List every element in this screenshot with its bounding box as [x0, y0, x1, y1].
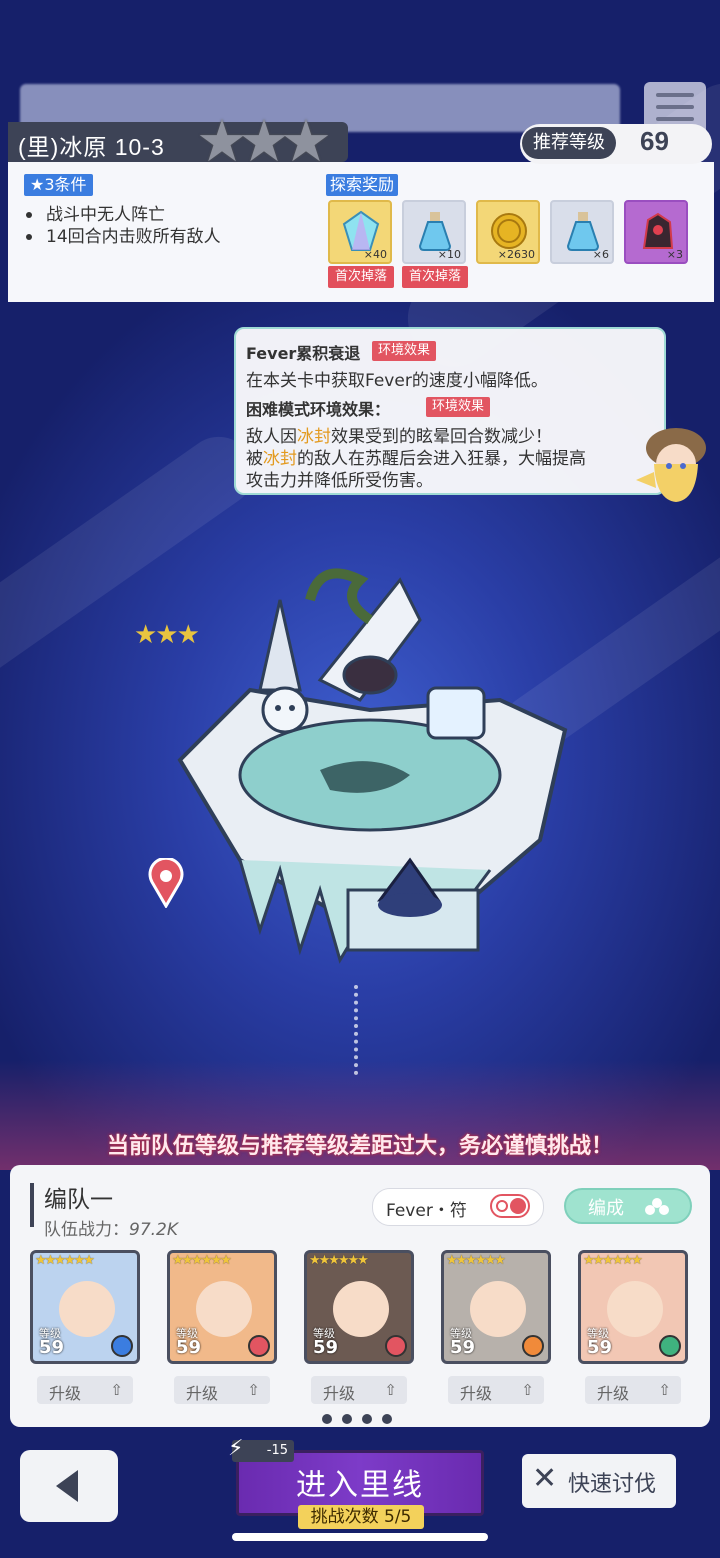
- back-button[interactable]: [20, 1450, 118, 1522]
- team-member: ★★★★★★ 等级 59 升级 ⇧: [167, 1250, 277, 1404]
- env-effect-tag: 环境效果: [372, 341, 437, 361]
- fever-label: Fever・符: [386, 1201, 467, 1221]
- reward-count: ×2630: [497, 248, 535, 261]
- reward-count: ×6: [592, 248, 609, 261]
- reward-list: ×40 ×10 ×2630 ×6 ×3: [328, 200, 688, 264]
- team-member: ★★★★★★ 等级 59 升级 ⇧: [30, 1250, 140, 1404]
- level-value: 59: [39, 1337, 65, 1358]
- enter-stage-label: 进入里线: [296, 1468, 424, 1503]
- upgrade-button[interactable]: 升级 ⇧: [37, 1376, 133, 1404]
- condition-item: 14回合内击败所有敌人: [26, 222, 221, 247]
- element-icon: [659, 1335, 681, 1357]
- stage-title: (里)冰原 10-3: [18, 134, 165, 160]
- upgrade-button[interactable]: 升级 ⇧: [585, 1376, 681, 1404]
- recommended-level-label: 推荐等级: [522, 127, 616, 159]
- rarity-stars: ★★★★★★: [172, 1253, 232, 1268]
- level-value: 59: [313, 1337, 339, 1358]
- team-member: ★★★★★★ 等级 59 升级 ⇧: [441, 1250, 551, 1404]
- formation-button-label: 编成: [588, 1198, 624, 1219]
- arrow-up-icon: ⇧: [521, 1381, 534, 1399]
- fever-decay-desc: 在本关卡中获取Fever的速度小幅降低。: [246, 371, 548, 391]
- member-portrait[interactable]: ★★★★★★ 等级 59: [167, 1250, 277, 1364]
- dark-material-icon: [642, 212, 674, 249]
- recommended-level-value: 69: [640, 126, 669, 156]
- upgrade-label: 升级: [597, 1384, 630, 1403]
- map-path: [354, 985, 368, 1075]
- blue-potion-icon: [566, 212, 600, 251]
- reward-item[interactable]: ×3: [624, 200, 688, 264]
- rarity-stars: ★★★★★★: [446, 1253, 506, 1268]
- reward-count: ×3: [666, 248, 683, 261]
- first-drop-tag: 首次掉落: [328, 266, 394, 288]
- env-effect-tag: 环境效果: [426, 397, 491, 417]
- arrow-up-icon: ⇧: [384, 1381, 397, 1399]
- team-page-indicator[interactable]: [322, 1414, 392, 1424]
- reward-item[interactable]: ×10: [402, 200, 466, 264]
- reward-count: ×10: [437, 248, 461, 261]
- upgrade-label: 升级: [49, 1384, 82, 1403]
- level-value: 59: [176, 1337, 202, 1358]
- reward-item[interactable]: ×2630: [476, 200, 540, 264]
- upgrade-label: 升级: [186, 1384, 219, 1403]
- fever-decay-title: Fever累积衰退: [246, 344, 361, 363]
- team-member: ★★★★★★ 等级 59 升级 ⇧: [304, 1250, 414, 1404]
- upgrade-button[interactable]: 升级 ⇧: [174, 1376, 270, 1404]
- star-icon: ★: [280, 107, 332, 175]
- arrow-up-icon: ⇧: [110, 1381, 123, 1399]
- element-icon: [248, 1335, 270, 1357]
- level-warning: 当前队伍等级与推荐等级差距过大，务必谨慎挑战！: [106, 1134, 613, 1159]
- level-value: 59: [587, 1337, 613, 1358]
- crossed-swords-icon: ✕: [532, 1461, 558, 1496]
- upgrade-button[interactable]: 升级 ⇧: [311, 1376, 407, 1404]
- hard-mode-title: 困难模式环境效果：: [246, 400, 391, 419]
- home-indicator[interactable]: [232, 1533, 488, 1541]
- team-accent-bar: [30, 1183, 34, 1227]
- rarity-stars: ★★★★★★: [583, 1253, 643, 1268]
- avatar: [196, 1281, 252, 1337]
- location-pin-icon[interactable]: [144, 858, 188, 908]
- team-name: 编队一: [44, 1187, 113, 1213]
- member-portrait[interactable]: ★★★★★★ 等级 59: [578, 1250, 688, 1364]
- toggle-switch-icon[interactable]: [490, 1194, 530, 1218]
- team-members: ★★★★★★ 等级 59 升级 ⇧ ★★★★★★ 等级 59 升级 ⇧ ★★★★★★…: [30, 1250, 688, 1404]
- avatar: [470, 1281, 526, 1337]
- stage-island[interactable]: [170, 560, 570, 980]
- element-icon: [385, 1335, 407, 1357]
- member-portrait[interactable]: ★★★★★★ 等级 59: [441, 1250, 551, 1364]
- attempts-counter: 挑战次数 5/5: [298, 1505, 424, 1529]
- explore-rewards-label: 探索奖励: [326, 174, 399, 196]
- avatar: [607, 1281, 663, 1337]
- crystal-gem-icon: [342, 210, 380, 251]
- team-power: 队伍战力：97.2K: [44, 1220, 178, 1240]
- stage-stars: ★ ★ ★: [196, 112, 332, 170]
- gold-coin-icon: [491, 213, 527, 249]
- rarity-stars: ★★★★★★: [35, 1253, 95, 1268]
- level-value: 59: [450, 1337, 476, 1358]
- guide-character-icon[interactable]: [636, 420, 710, 506]
- element-icon: [111, 1335, 133, 1357]
- arrow-up-icon: ⇧: [658, 1381, 671, 1399]
- lightning-icon: ⚡: [228, 1436, 244, 1461]
- first-drop-tag: 首次掉落: [402, 266, 468, 288]
- avatar: [59, 1281, 115, 1337]
- condition-badge: ★3条件: [24, 174, 93, 196]
- member-portrait[interactable]: ★★★★★★ 等级 59: [30, 1250, 140, 1364]
- element-icon: [522, 1335, 544, 1357]
- team-member: ★★★★★★ 等级 59 升级 ⇧: [578, 1250, 688, 1404]
- formation-icon: [645, 1198, 669, 1215]
- member-portrait[interactable]: ★★★★★★ 等级 59: [304, 1250, 414, 1364]
- rarity-stars: ★★★★★★: [309, 1253, 369, 1268]
- blue-potion-icon: [418, 212, 452, 251]
- formation-button[interactable]: [564, 1188, 692, 1224]
- hard-mode-line-3: 攻击力并降低所受伤害。: [246, 471, 433, 491]
- reward-item[interactable]: ×40: [328, 200, 392, 264]
- quick-sweep-label: 快速讨伐: [568, 1472, 657, 1497]
- upgrade-button[interactable]: 升级 ⇧: [448, 1376, 544, 1404]
- arrow-up-icon: ⇧: [247, 1381, 260, 1399]
- reward-item[interactable]: ×6: [550, 200, 614, 264]
- avatar: [333, 1281, 389, 1337]
- upgrade-label: 升级: [460, 1384, 493, 1403]
- reward-count: ×40: [363, 248, 387, 261]
- upgrade-label: 升级: [323, 1384, 356, 1403]
